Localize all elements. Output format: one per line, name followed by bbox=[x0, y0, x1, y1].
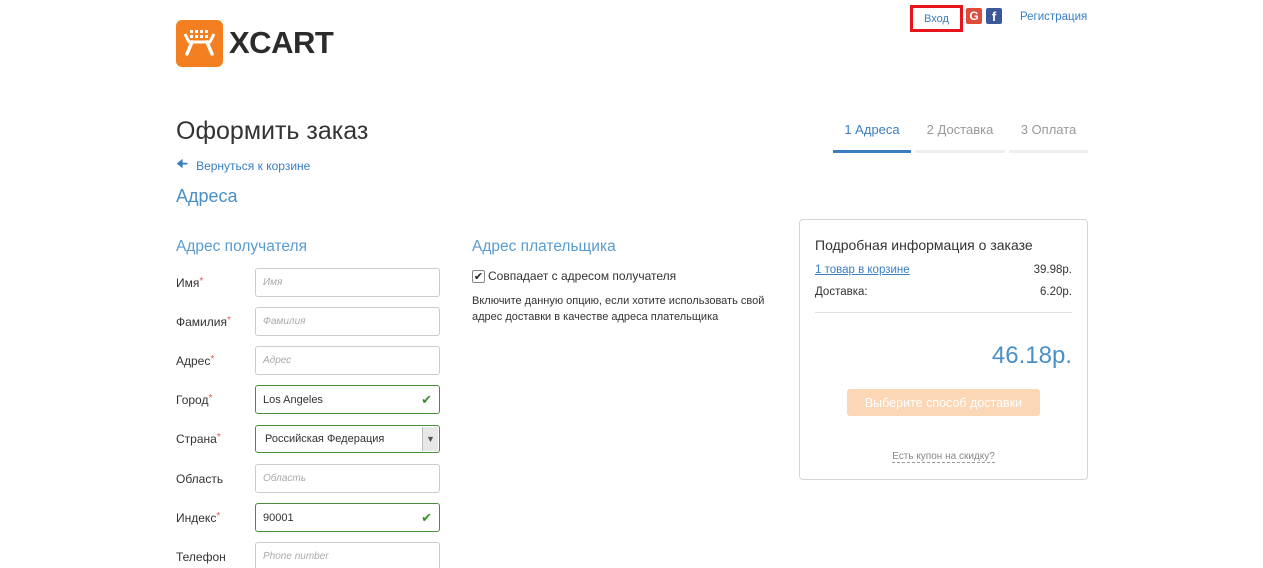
shipping-cost-label: Доставка: bbox=[815, 286, 868, 298]
address-field[interactable]: Адрес bbox=[255, 346, 440, 375]
choose-shipping-button[interactable]: Выберите способ доставки bbox=[847, 389, 1040, 416]
step-progress-bar bbox=[1009, 150, 1088, 153]
step-payment[interactable]: 3 Оплата bbox=[1009, 122, 1088, 153]
cart-items-link[interactable]: 1 товар в корзине bbox=[815, 264, 910, 276]
summary-divider bbox=[815, 312, 1072, 313]
first-name-field[interactable]: Имя bbox=[255, 268, 440, 297]
items-row: 1 товар в корзине 39.98р. bbox=[815, 264, 1072, 276]
phone-label: Телефон bbox=[176, 550, 226, 564]
last-name-field[interactable]: Фамилия bbox=[255, 307, 440, 336]
login-link[interactable]: Вход bbox=[910, 5, 963, 32]
checkmark-icon: ✔ bbox=[421, 392, 432, 407]
address-label: Адрес* bbox=[176, 354, 215, 368]
phone-field[interactable]: Phone number bbox=[255, 542, 440, 568]
step-label: 2 Доставка bbox=[926, 122, 994, 137]
facebook-login-icon[interactable]: f bbox=[986, 8, 1002, 24]
country-select[interactable]: Российская Федерация ▼ bbox=[255, 425, 440, 453]
back-to-cart-link[interactable]: 🠈 Вернуться к корзине bbox=[176, 155, 310, 177]
step-progress-bar bbox=[833, 150, 911, 153]
chevron-down-icon: ▼ bbox=[422, 427, 438, 451]
checkmark-icon: ✔ bbox=[421, 510, 432, 525]
region-label: Область bbox=[176, 472, 224, 486]
logo[interactable]: XCART bbox=[176, 19, 334, 67]
same-address-hint: Включите данную опцию, если хотите испол… bbox=[472, 295, 765, 323]
order-total: 46.18р. bbox=[991, 342, 1072, 369]
same-as-shipping-checkbox[interactable]: ✔ bbox=[472, 269, 485, 283]
logo-text: XCART bbox=[229, 25, 334, 60]
step-progress-bar bbox=[915, 150, 1005, 153]
section-title: Адреса bbox=[176, 186, 238, 206]
shipping-address-heading: Адрес получателя bbox=[176, 238, 307, 255]
first-name-label: Имя* bbox=[176, 276, 204, 290]
zip-field[interactable]: 90001 ✔ bbox=[255, 503, 440, 532]
zip-label: Индекс* bbox=[176, 511, 221, 525]
same-as-shipping-option[interactable]: ✔ Совпадает с адресом получателя bbox=[472, 269, 676, 283]
last-name-label: Фамилия* bbox=[176, 315, 231, 329]
step-label: 3 Оплата bbox=[1020, 122, 1077, 137]
city-label: Город* bbox=[176, 393, 213, 407]
shipping-cost-amount: 6.20р. bbox=[1040, 286, 1072, 298]
page-title: Оформить заказ bbox=[176, 117, 369, 145]
back-to-cart-label: Вернуться к корзине bbox=[196, 159, 311, 173]
city-field[interactable]: Los Angeles ✔ bbox=[255, 385, 440, 414]
arrow-left-icon: 🠈 bbox=[176, 156, 189, 171]
region-field[interactable]: Область bbox=[255, 464, 440, 493]
coupon-link[interactable]: Есть купон на скидку? bbox=[892, 451, 995, 463]
step-label: 1 Адреса bbox=[844, 122, 900, 137]
cart-logo-icon bbox=[176, 19, 223, 67]
shipping-row: Доставка: 6.20р. bbox=[815, 286, 1072, 298]
country-label: Страна* bbox=[176, 432, 221, 446]
google-login-icon[interactable]: G bbox=[966, 8, 982, 24]
order-summary-title: Подробная информация о заказе bbox=[815, 237, 1033, 253]
step-delivery[interactable]: 2 Доставка bbox=[915, 122, 1005, 153]
same-as-shipping-label: Совпадает с адресом получателя bbox=[488, 269, 677, 283]
step-addresses[interactable]: 1 Адреса bbox=[833, 122, 911, 153]
register-link[interactable]: Регистрация bbox=[1020, 11, 1087, 23]
billing-address-heading: Адрес плательщика bbox=[472, 238, 616, 255]
coupon-link-container: Есть купон на скидку? bbox=[815, 451, 1072, 463]
items-amount: 39.98р. bbox=[1033, 264, 1072, 276]
